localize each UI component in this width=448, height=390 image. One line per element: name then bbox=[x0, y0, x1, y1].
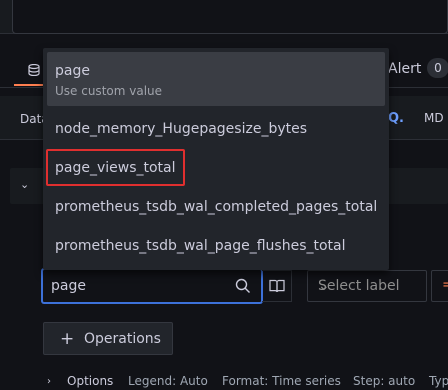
metrics-explorer-button[interactable] bbox=[262, 270, 292, 302]
database-icon[interactable] bbox=[28, 64, 40, 76]
metric-option-label: prometheus_tsdb_wal_page_flushes_total bbox=[55, 238, 346, 254]
metric-search-field[interactable] bbox=[42, 269, 262, 303]
operator-select[interactable]: = bbox=[431, 270, 448, 302]
tab-alert[interactable]: Alert bbox=[388, 61, 421, 77]
panel-preview bbox=[0, 0, 448, 34]
operations-label: Operations bbox=[84, 331, 161, 347]
metric-option[interactable]: node_memory_Hugepagesize_bytes bbox=[47, 110, 385, 148]
metric-search-input[interactable] bbox=[51, 276, 231, 296]
metric-option-label: node_memory_Hugepagesize_bytes bbox=[55, 121, 308, 137]
format-option: Format: Time series bbox=[222, 374, 341, 388]
custom-value-option[interactable]: page Use custom value bbox=[47, 52, 385, 106]
collapse-chevron-icon[interactable]: ⌄ bbox=[20, 178, 29, 191]
label-select[interactable]: Select label ⌄ bbox=[307, 270, 427, 302]
plus-icon: + bbox=[60, 329, 75, 349]
custom-value-name: page bbox=[55, 63, 90, 79]
metric-option[interactable]: prometheus_tsdb_wal_page_flushes_total bbox=[47, 227, 385, 265]
md-button[interactable]: MD bbox=[424, 111, 444, 125]
metric-option[interactable]: prometheus_tsdb_wal_completed_pages_tota… bbox=[47, 188, 385, 226]
label-select-placeholder: Select label bbox=[318, 278, 400, 294]
options-title: Options bbox=[67, 374, 114, 388]
highlight-box bbox=[46, 149, 185, 186]
type-option: Typ bbox=[429, 374, 448, 388]
step-option: Step: auto bbox=[353, 374, 416, 388]
panel-preview-frame bbox=[12, 0, 448, 34]
legend-option: Legend: Auto bbox=[128, 374, 208, 388]
book-open-icon bbox=[269, 279, 285, 293]
add-operations-button[interactable]: + Operations bbox=[43, 322, 173, 355]
operator-value: = bbox=[442, 277, 448, 293]
alert-count-badge: 0 bbox=[427, 58, 448, 78]
metric-option-label: prometheus_tsdb_wal_completed_pages_tota… bbox=[55, 199, 378, 215]
search-icon bbox=[235, 278, 250, 293]
metric-suggestions-dropdown: page Use custom value node_memory_Hugepa… bbox=[43, 48, 389, 270]
query-inspector-link[interactable]: Q. bbox=[388, 111, 404, 126]
chevron-down-icon: ⌄ bbox=[318, 278, 330, 294]
chevron-right-icon: › bbox=[47, 376, 51, 387]
custom-value-hint: Use custom value bbox=[55, 84, 163, 98]
query-options-row[interactable]: › Options Legend: Auto Format: Time seri… bbox=[0, 374, 448, 390]
